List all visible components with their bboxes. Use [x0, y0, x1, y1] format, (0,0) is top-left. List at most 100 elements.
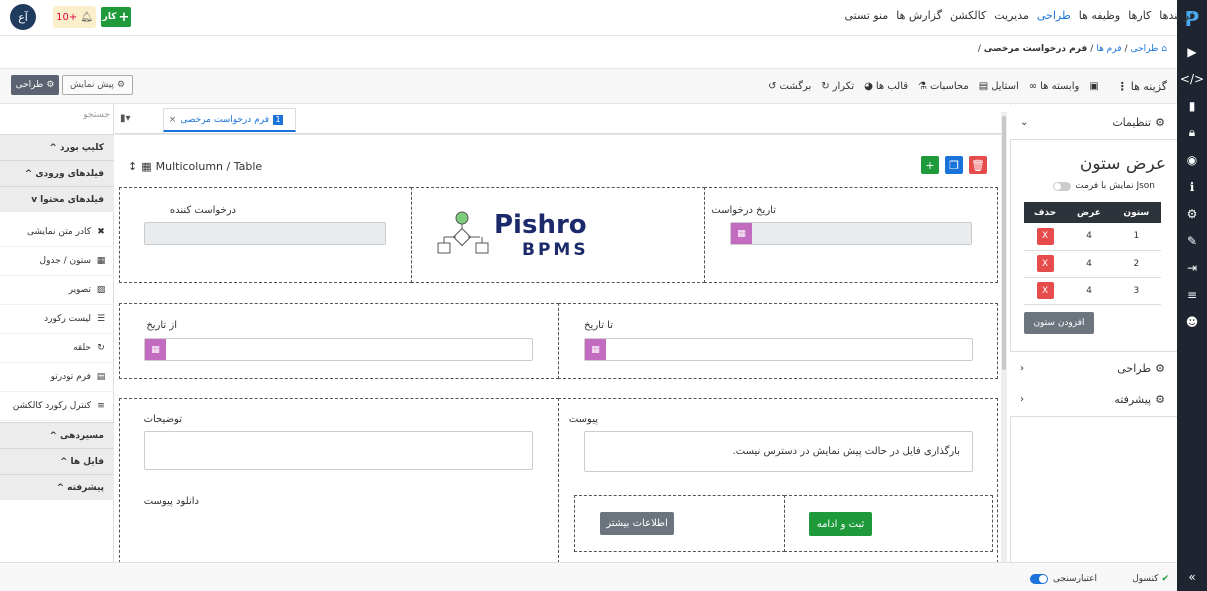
target-icon[interactable]: ◉: [1177, 146, 1207, 173]
from-date-input[interactable]: [144, 338, 533, 361]
palette-item-image[interactable]: ▨ تصویر: [0, 276, 114, 305]
avatar[interactable]: آع: [10, 4, 36, 30]
new-task-button[interactable]: کار +: [101, 7, 131, 27]
cell-width[interactable]: 4: [1066, 223, 1112, 251]
close-icon[interactable]: ×: [169, 115, 177, 125]
submit-button[interactable]: ثبت و ادامه: [809, 512, 872, 536]
column-description[interactable]: [119, 398, 559, 568]
nav-test-menu[interactable]: منو تستی: [844, 9, 888, 22]
arrows-icon[interactable]: ↕: [128, 160, 137, 173]
chevron-up-icon: ^: [56, 482, 65, 493]
dependencies-button[interactable]: وابسته ها ∞: [1029, 81, 1080, 92]
toggle-switch[interactable]: [1030, 574, 1049, 584]
palette-item-display-text[interactable]: ✖ کادر متن نمایشی: [0, 218, 114, 247]
delete-row-button[interactable]: X: [1036, 227, 1054, 245]
palette-section-routing[interactable]: مسیردهی ^: [0, 422, 114, 448]
magic-icon[interactable]: ✎: [1177, 227, 1207, 254]
palette-item-record-list[interactable]: ☰ لیست رکورد: [0, 305, 114, 334]
copy-button[interactable]: ❐: [945, 156, 963, 174]
breadcrumb-forms[interactable]: فرم ها: [1096, 44, 1121, 54]
delete-row-button[interactable]: X: [1036, 255, 1054, 272]
request-date-input[interactable]: [730, 222, 972, 245]
home-icon[interactable]: ⌂: [1161, 44, 1167, 54]
validation-toggle[interactable]: اعتبارسنجی: [1030, 574, 1097, 584]
nav-collection[interactable]: کالکشن: [950, 9, 986, 22]
wrench-icon: ✖: [97, 227, 105, 237]
delete-row-button[interactable]: X: [1036, 282, 1054, 299]
double-chevron-left-icon[interactable]: «: [1177, 567, 1207, 587]
play-icon[interactable]: ▶: [1177, 38, 1207, 65]
breadcrumb-design[interactable]: طراحی: [1131, 44, 1159, 54]
gears-icon: ⚙: [116, 80, 126, 90]
requester-input[interactable]: [144, 222, 386, 245]
more-info-button[interactable]: اطلاعات بیشتر: [600, 512, 674, 535]
settings-header[interactable]: ⚙ تنظیمات ⌄: [1010, 105, 1177, 140]
palette-section-content-fields[interactable]: فیلدهای محتوا v: [0, 186, 114, 212]
palette-item-loop[interactable]: ↻ حلقه: [0, 334, 114, 363]
cell-delete: X: [1024, 277, 1067, 305]
palette-search-input[interactable]: جستجو: [2, 110, 112, 130]
preview-button[interactable]: پیش نمایش ⚙: [62, 75, 133, 95]
design-section-header[interactable]: ⚙ طراحی ‹: [1010, 351, 1177, 386]
nav-reports[interactable]: گزارش ها: [896, 9, 942, 22]
cell-width[interactable]: 4: [1066, 250, 1112, 278]
console-button[interactable]: ✔ کنسول: [1132, 574, 1169, 584]
add-column-button[interactable]: افزودن ستون: [1024, 312, 1094, 334]
file-icon[interactable]: ▮: [1177, 92, 1207, 119]
options-button[interactable]: گزینه ها ⋮: [1117, 80, 1167, 93]
palette-item-collection-record-control[interactable]: ≡ کنترل رکورد کالکشن: [0, 392, 114, 421]
gears-icon: ⚙: [46, 80, 55, 90]
item-label: حلقه: [73, 343, 91, 353]
templates-button[interactable]: قالب ها ◕: [864, 81, 908, 92]
from-date-label: از تاریخ: [146, 320, 177, 331]
to-date-input[interactable]: [584, 338, 973, 361]
style-button[interactable]: استایل ▤: [979, 81, 1019, 92]
templates-label: قالب ها: [875, 81, 909, 92]
notification-button[interactable]: 10+ 🔔︎: [53, 6, 96, 28]
nav-tasks[interactable]: کارها: [1128, 9, 1151, 22]
repeat-button[interactable]: تکرار ↻: [821, 81, 854, 92]
calendar-icon[interactable]: ▦: [145, 339, 166, 360]
description-textarea[interactable]: [144, 431, 533, 470]
info-icon[interactable]: ℹ: [1177, 173, 1207, 200]
calendar-icon[interactable]: ▦: [585, 339, 606, 360]
palette-section-advanced[interactable]: پیشرفته ^: [0, 474, 114, 500]
page-dropdown-icon[interactable]: ▮▾: [120, 113, 131, 124]
table-row: 3 4 X: [1024, 277, 1161, 305]
palette-section-input-fields[interactable]: فیلدهای ورودی ^: [0, 160, 114, 186]
gear-icon[interactable]: ⚙: [1177, 200, 1207, 227]
nav-jobs[interactable]: وظیفه ها: [1079, 9, 1121, 22]
palette-section-clipboard[interactable]: کلیپ بورد ^: [0, 134, 114, 160]
preview-label: پیش نمایش: [69, 80, 114, 90]
toggle-switch[interactable]: [1053, 181, 1072, 191]
file-export-icon[interactable]: ⇥: [1177, 254, 1207, 281]
palette-section-files[interactable]: فایل ها ^: [0, 448, 114, 474]
design-button[interactable]: طراحی ⚙: [11, 75, 59, 95]
breadcrumb-separator: /: [977, 44, 981, 54]
section-label: مسیردهی: [60, 430, 104, 441]
cell-delete: X: [1024, 250, 1067, 278]
json-format-toggle[interactable]: Json نمایش با فرمت: [1053, 181, 1155, 191]
cell-column: 2: [1111, 250, 1161, 278]
advanced-section-header[interactable]: ⚙ پیشرفته ‹: [1010, 382, 1177, 417]
nav-management[interactable]: مدیریت: [994, 9, 1029, 22]
robot-icon[interactable]: ☻: [1177, 308, 1207, 335]
scrollbar-thumb[interactable]: [1002, 116, 1006, 370]
delete-button[interactable]: 🗑︎: [969, 156, 987, 174]
tab-leave-request-form[interactable]: 1 فرم درخواست مرخصی ×: [163, 108, 296, 132]
nav-processes[interactable]: فرایندها: [1159, 9, 1195, 22]
code-icon[interactable]: </>: [1177, 65, 1207, 92]
chevron-up-icon: ^: [49, 142, 57, 153]
lock-icon[interactable]: 🔒︎: [1177, 119, 1207, 146]
database-icon[interactable]: ≡: [1177, 281, 1207, 308]
calendar-icon[interactable]: ▦: [731, 223, 752, 244]
calculations-button[interactable]: محاسبات ⚗: [918, 81, 969, 92]
palette-item-nested-form[interactable]: ▤ فرم تودرتو: [0, 363, 114, 392]
cell-width[interactable]: 4: [1066, 277, 1112, 305]
palette-item-column-table[interactable]: ▦ ستون / جدول: [0, 247, 114, 276]
add-button[interactable]: +: [921, 156, 939, 174]
nav-design[interactable]: طراحی: [1037, 9, 1071, 22]
chevron-up-icon: ^: [24, 168, 33, 179]
undo-button[interactable]: برگشت ↺: [768, 81, 811, 92]
save-button[interactable]: ▣: [1089, 81, 1098, 92]
